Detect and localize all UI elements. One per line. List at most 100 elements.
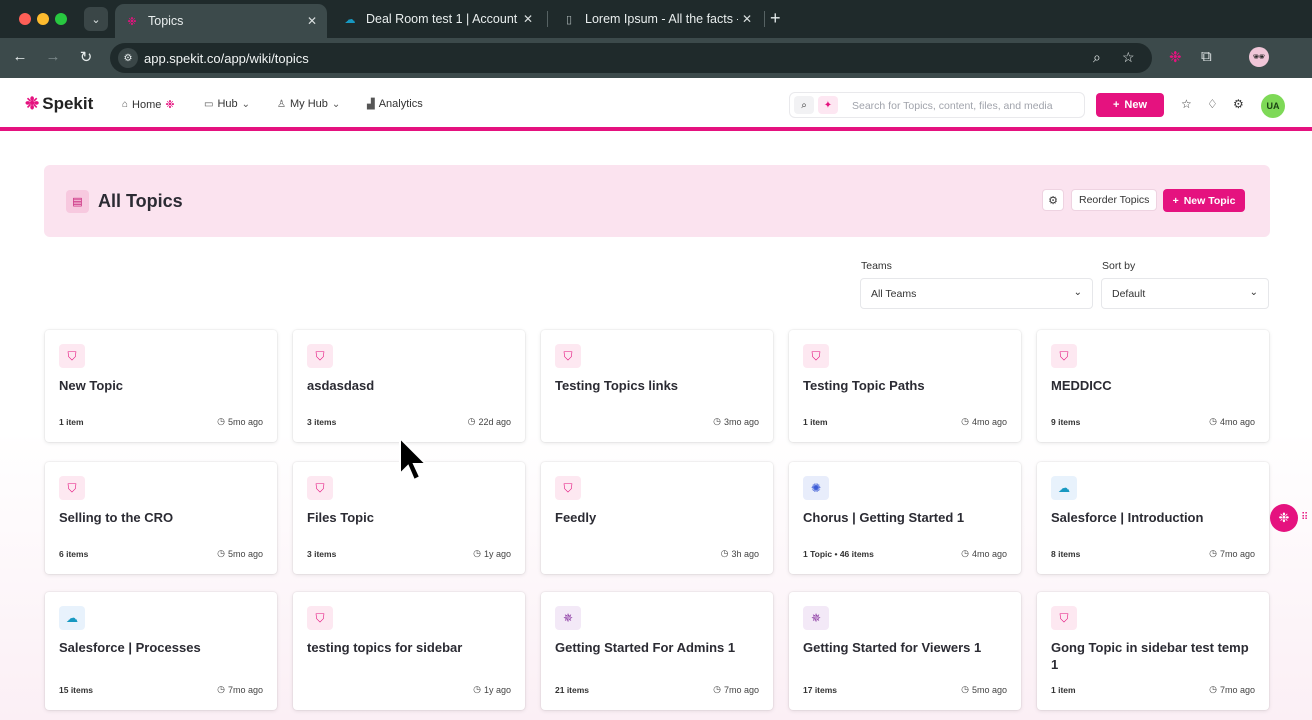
- forward-arrow-icon[interactable]: →: [43, 48, 63, 65]
- global-search[interactable]: ⌕ ✦ Search for Topics, content, files, a…: [789, 92, 1085, 118]
- topic-card-time: 22d ago: [478, 416, 511, 427]
- topic-card[interactable]: ⛉ New Topic 1 item ◷ 5mo ago: [45, 330, 277, 442]
- search-icon[interactable]: ⌕: [794, 96, 814, 114]
- window-zoom-button[interactable]: [55, 13, 67, 25]
- topic-card[interactable]: ✵ Getting Started for Viewers 1 17 items ◷ 5…: [789, 592, 1021, 710]
- url-text[interactable]: app.spekit.co/app/wiki/topics: [144, 51, 309, 66]
- nav-my-hub[interactable]: ♙ My Hub ⌄: [277, 98, 340, 110]
- teams-filter-select[interactable]: All Teams ⌄: [860, 278, 1093, 309]
- topic-card[interactable]: ⛉ MEDDICC 9 items ◷ 4mo ago: [1037, 330, 1269, 442]
- spekit-extension-icon[interactable]: ❉: [1169, 48, 1182, 66]
- tab-separator: [547, 11, 548, 27]
- window-minimize-button[interactable]: [37, 13, 49, 25]
- topic-card[interactable]: ☁ Salesforce | Introduction 8 items ◷ 7mo ag…: [1037, 462, 1269, 574]
- new-topic-label: New Topic: [1183, 194, 1236, 207]
- close-icon[interactable]: ✕: [307, 14, 317, 28]
- extensions-puzzle-icon[interactable]: ⧉: [1201, 48, 1212, 65]
- topic-card-updated: ◷ 4mo ago: [961, 416, 1007, 427]
- topic-card[interactable]: ⛉ Feedly ◷ 3h ago: [541, 462, 773, 574]
- clock-icon: ◷: [467, 416, 476, 426]
- new-button[interactable]: + New: [1096, 93, 1164, 117]
- nav-hub[interactable]: ▭ Hub ⌄: [204, 98, 250, 110]
- nav-home[interactable]: ⌂ Home ❉: [122, 98, 175, 112]
- search-input[interactable]: Search for Topics, content, files, and m…: [852, 100, 1053, 112]
- topic-card[interactable]: ☁ Salesforce | Processes 15 items ◷ 7mo ago: [45, 592, 277, 710]
- topic-card-time: 7mo ago: [723, 684, 759, 695]
- gear-icon[interactable]: ⚙: [1233, 97, 1244, 111]
- topic-card[interactable]: ⛉ testing topics for sidebar ◷ 1y ago: [293, 592, 525, 710]
- browser-tab-lorem-ipsum[interactable]: ▯ Lorem Ipsum - All the facts - ✕: [552, 5, 762, 33]
- bell-icon[interactable]: ♢: [1207, 97, 1218, 111]
- topic-card-count: 1 item: [803, 417, 828, 427]
- topic-card[interactable]: ⛉ Gong Topic in sidebar test temp 1 1 item…: [1037, 592, 1269, 710]
- spekit-logo[interactable]: ❉ Spekit: [25, 94, 93, 114]
- topic-card-time: 1y ago: [483, 684, 511, 695]
- site-info-icon[interactable]: ⚙: [118, 48, 138, 68]
- sort-by-select[interactable]: Default ⌄: [1101, 278, 1269, 309]
- browser-tab-deal-room[interactable]: ☁ Deal Room test 1 | Account e ✕: [333, 5, 543, 33]
- gear-icon: ⚙: [1048, 194, 1058, 207]
- topic-card-title: Feedly: [555, 510, 597, 525]
- tab-title: Lorem Ipsum - All the facts -: [585, 12, 741, 26]
- browser-profile-avatar[interactable]: 🕶: [1249, 47, 1269, 67]
- topic-card-time: 5mo ago: [227, 548, 263, 559]
- topic-card-updated: ◷ 1y ago: [473, 548, 511, 559]
- back-arrow-icon[interactable]: ←: [10, 48, 30, 65]
- address-bar[interactable]: ⚙ app.spekit.co/app/wiki/topics ⌕ ☆: [110, 43, 1152, 73]
- close-icon[interactable]: ✕: [737, 12, 752, 26]
- topic-settings-button[interactable]: ⚙: [1042, 189, 1064, 211]
- topic-card-time: 7mo ago: [1219, 684, 1255, 695]
- star-icon[interactable]: ☆: [1181, 97, 1192, 111]
- plus-icon: +: [1112, 99, 1120, 111]
- chevron-down-icon: ⌄: [1249, 287, 1258, 298]
- reload-icon[interactable]: ↻: [76, 48, 96, 66]
- bar-chart-icon: ▟: [367, 98, 375, 110]
- topic-card-count: 3 items: [307, 417, 337, 427]
- clock-icon: ◷: [217, 684, 225, 694]
- salesforce-cloud-icon: ☁: [59, 606, 85, 630]
- book-icon: ▤: [66, 190, 89, 213]
- spekit-floating-button[interactable]: ❉: [1270, 504, 1298, 532]
- nav-analytics[interactable]: ▟ Analytics: [367, 98, 423, 110]
- user-avatar[interactable]: UA: [1261, 94, 1285, 118]
- nav-home-label: Home: [132, 98, 162, 111]
- browser-tab-topics[interactable]: ❉ Topics ✕: [115, 4, 327, 38]
- ai-search-icon[interactable]: ✦: [818, 96, 838, 114]
- spekit-logo-icon: ❉: [1278, 510, 1290, 525]
- bookmark-icon: ⛉: [555, 344, 581, 368]
- bookmark-star-icon[interactable]: ☆: [1122, 49, 1135, 66]
- new-tab-plus-icon[interactable]: +: [770, 8, 781, 29]
- topic-card-title: Testing Topics links: [555, 378, 679, 393]
- topic-card-title: Testing Topic Paths: [803, 378, 925, 393]
- topic-card-time: 4mo ago: [971, 548, 1007, 559]
- drag-handle-icon[interactable]: ⠿: [1301, 512, 1308, 523]
- topic-card[interactable]: ⛉ Testing Topic Paths 1 item ◷ 4mo ago: [789, 330, 1021, 442]
- zoom-search-icon[interactable]: ⌕: [1093, 49, 1101, 66]
- chevron-down-icon: ⌄: [241, 98, 251, 110]
- topic-card[interactable]: ✺ Chorus | Getting Started 1 1 Topic • 46 …: [789, 462, 1021, 574]
- window-close-button[interactable]: [19, 13, 31, 25]
- chorus-logo-icon: ✺: [803, 476, 829, 500]
- bookmark-icon: ⛉: [1051, 344, 1077, 368]
- topic-card-count: 17 items: [803, 685, 838, 695]
- topic-card-title: New Topic: [59, 378, 124, 393]
- topic-card-title: Chorus | Getting Started 1: [803, 510, 965, 525]
- topic-card[interactable]: ⛉ Selling to the CRO 6 items ◷ 5mo ago: [45, 462, 277, 574]
- close-icon[interactable]: ✕: [518, 12, 533, 26]
- topic-card[interactable]: ⛉ Testing Topics links ◷ 3mo ago: [541, 330, 773, 442]
- folder-icon: ▭: [204, 98, 214, 110]
- topic-card[interactable]: ⛉ asdasdasd 3 items ◷ 22d ago: [293, 330, 525, 442]
- topic-card-updated: ◷ 4mo ago: [961, 548, 1007, 559]
- reorder-topics-button[interactable]: Reorder Topics: [1071, 189, 1158, 211]
- topic-card-title: Salesforce | Processes: [59, 640, 201, 655]
- new-topic-button[interactable]: + New Topic: [1163, 189, 1245, 212]
- clock-icon: ◷: [473, 684, 481, 694]
- clock-icon: ◷: [961, 416, 969, 426]
- topic-card[interactable]: ✵ Getting Started For Admins 1 21 items ◷ 7m…: [541, 592, 773, 710]
- topic-card-title: Selling to the CRO: [59, 510, 174, 525]
- tab-search-button[interactable]: ⌄: [84, 7, 108, 31]
- topic-card-count: 21 items: [555, 685, 590, 695]
- tab-separator: [764, 11, 765, 27]
- bookmark-icon: ⛉: [307, 476, 333, 500]
- topic-card-title: MEDDICC: [1051, 378, 1112, 393]
